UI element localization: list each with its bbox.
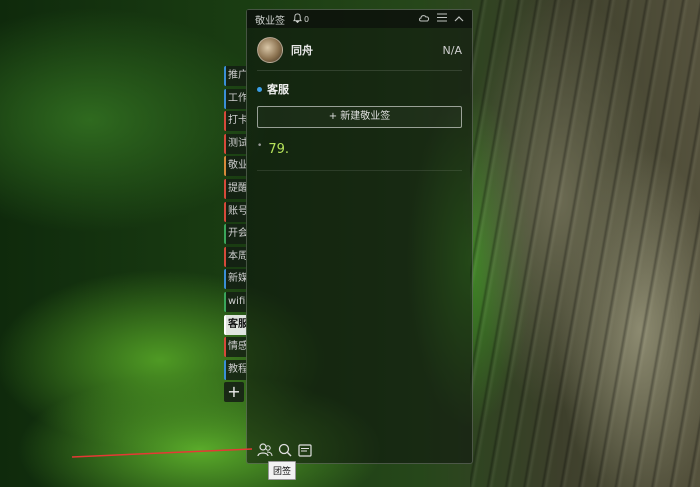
annotation-arrow xyxy=(71,448,253,458)
